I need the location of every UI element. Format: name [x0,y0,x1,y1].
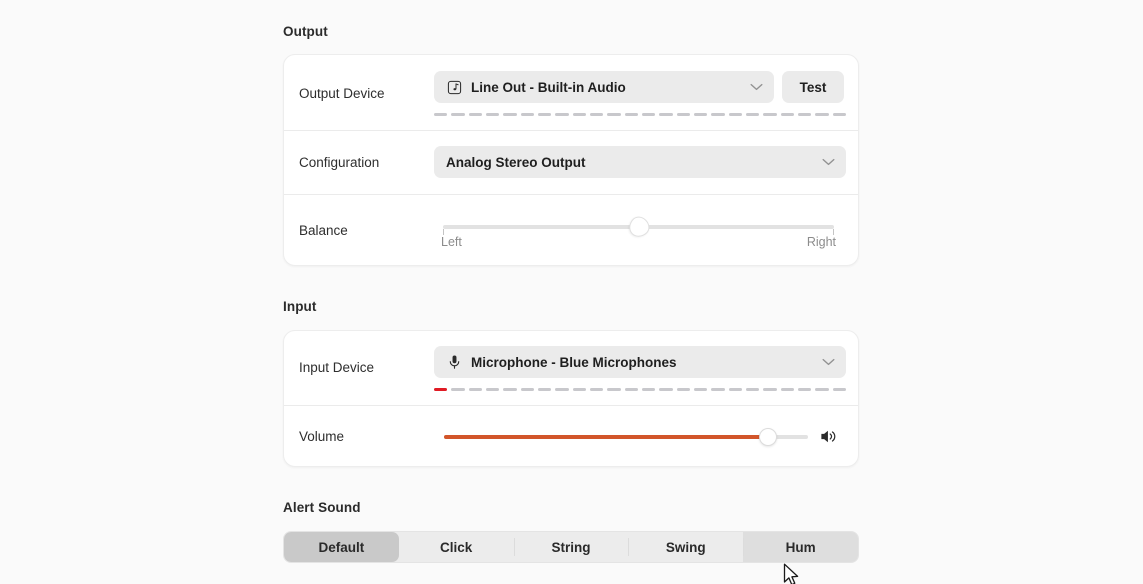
alert-sound-option-string[interactable]: String [513,532,629,562]
level-meter-dash [763,387,777,391]
level-meter-dash [780,112,794,116]
level-meter-dash [711,387,725,391]
section-title-output: Output [283,24,328,39]
alert-sound-segmented-control: Default Click String Swing Hum [283,531,859,563]
level-meter-dash [589,387,604,391]
mouse-cursor [783,563,800,584]
level-meter-dash [711,112,725,116]
speaker-icon [819,427,838,451]
level-meter-dash [693,387,708,391]
output-level-meter [434,112,846,116]
level-meter-dash [745,387,760,391]
configuration-dropdown[interactable]: Analog Stereo Output [434,146,846,178]
level-meter-dash [676,387,690,391]
level-meter-dash [676,112,690,116]
level-meter-dash [797,112,812,116]
balance-label: Balance [299,223,348,238]
alert-sound-option-click[interactable]: Click [398,532,514,562]
level-meter-dash [815,387,829,391]
balance-slider-handle[interactable] [624,212,653,242]
level-meter-dash [728,112,742,116]
input-level-meter [434,387,846,391]
level-meter-dash [520,112,534,116]
level-meter-dash [503,387,517,391]
level-meter-dash [815,112,829,116]
output-test-button[interactable]: Test [782,71,844,103]
section-title-input: Input [283,299,317,314]
balance-left-label: Left [441,235,462,249]
music-note-icon [446,79,462,95]
level-meter-dash [537,387,552,391]
configuration-row: Configuration Analog Stereo Output [284,131,858,194]
level-meter-dash [832,387,846,391]
level-meter-dash [555,387,569,391]
input-device-row: Input Device Microphone - Blue Microphon… [284,331,858,405]
alert-sound-option-default[interactable]: Default [284,532,399,562]
level-meter-dash [589,112,604,116]
level-meter-dash [641,387,656,391]
balance-slider[interactable]: Left Right [441,212,836,249]
configuration-label: Configuration [299,155,380,170]
input-volume-label: Volume [299,429,345,444]
output-device-row: Output Device Line Out - Built-in Audio [284,55,858,130]
level-meter-dash [468,387,482,391]
chevron-down-icon [750,83,763,91]
level-meter-dash [520,387,534,391]
input-device-label: Input Device [299,360,375,375]
level-meter-dash [537,112,552,116]
input-volume-slider[interactable] [444,428,808,446]
output-card: Output Device Line Out - Built-in Audio [283,54,859,266]
alert-sound-option-hum[interactable]: Hum [743,532,858,562]
input-card: Input Device Microphone - Blue Microphon… [283,330,859,467]
level-meter-dash [624,387,638,391]
input-volume-row: Volume [284,406,858,466]
level-meter-dash [468,112,482,116]
input-device-dropdown[interactable]: Microphone - Blue Microphones [434,346,846,378]
volume-slider-fill [444,435,768,439]
input-device-value: Microphone - Blue Microphones [471,354,677,370]
configuration-value: Analog Stereo Output [446,154,586,170]
volume-slider-handle[interactable] [758,428,777,446]
level-meter-dash [555,112,569,116]
section-title-alert-sound: Alert Sound [283,500,361,515]
output-device-dropdown[interactable]: Line Out - Built-in Audio [434,71,774,103]
level-meter-dash [693,112,708,116]
level-meter-dash [728,387,742,391]
sound-settings-panel: Output Output Device Line Out - Built-in… [0,0,1143,584]
level-meter-dash [607,387,621,391]
level-meter-dash [485,112,500,116]
microphone-icon [446,354,462,370]
level-meter-dash [485,387,500,391]
level-meter-dash [451,112,465,116]
level-meter-dash [832,112,846,116]
output-device-label: Output Device [299,86,385,101]
level-meter-dash [572,112,586,116]
level-meter-dash [434,112,448,116]
balance-row: Balance Left Right [284,195,858,265]
level-meter-dash [434,387,448,391]
level-meter-dash [641,112,656,116]
chevron-down-icon [822,158,835,166]
level-meter-dash [659,387,673,391]
level-meter-dash [451,387,465,391]
level-meter-dash [572,387,586,391]
level-meter-dash [503,112,517,116]
alert-sound-option-swing[interactable]: Swing [628,532,744,562]
level-meter-dash [624,112,638,116]
level-meter-dash [607,112,621,116]
level-meter-dash [780,387,794,391]
output-device-value: Line Out - Built-in Audio [471,79,626,95]
level-meter-dash [797,387,812,391]
chevron-down-icon [822,358,835,366]
balance-right-label: Right [806,235,836,249]
level-meter-dash [745,112,760,116]
level-meter-dash [763,112,777,116]
level-meter-dash [659,112,673,116]
